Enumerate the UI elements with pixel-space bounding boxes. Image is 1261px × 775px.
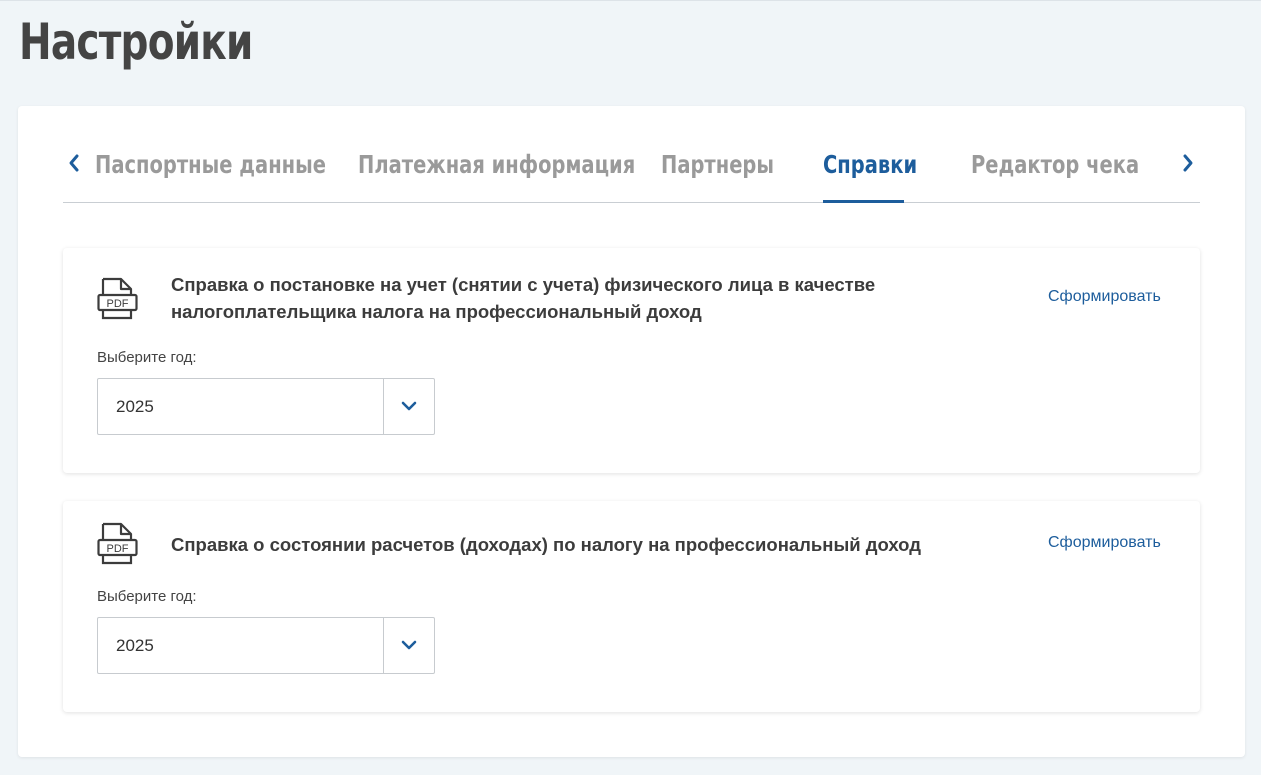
year-select[interactable]: 2025 (97, 617, 435, 674)
tab-receipt-editor[interactable]: Редактор чека (971, 150, 1139, 202)
year-select-value: 2025 (116, 636, 154, 655)
pdf-file-icon: PDF (97, 277, 139, 321)
tab-scroll-left-button[interactable] (67, 152, 87, 176)
svg-text:PDF: PDF (107, 298, 129, 310)
generate-certificate-link[interactable]: Сформировать (1048, 534, 1161, 552)
tab-scroll-right-button[interactable] (1181, 152, 1201, 176)
year-select[interactable]: 2025 (97, 378, 435, 435)
certificate-title: Справка о постановке на учет (снятии с у… (171, 274, 876, 322)
tab-certificates[interactable]: Справки (823, 150, 917, 202)
active-tab-indicator (823, 200, 904, 203)
chevron-down-icon[interactable] (400, 638, 418, 652)
select-divider (383, 379, 384, 434)
pdf-file-icon: PDF (97, 522, 139, 566)
tab-payment-info[interactable]: Платежная информация (358, 150, 635, 202)
select-divider (383, 618, 384, 673)
certificate-card: PDF Справка о состоянии расчетов (дохода… (63, 501, 1200, 712)
certificate-title: Справка о состоянии расчетов (доходах) п… (171, 534, 921, 555)
chevron-right-icon (1183, 154, 1193, 172)
generate-certificate-link[interactable]: Сформировать (1048, 288, 1161, 306)
tab-partners[interactable]: Партнеры (661, 150, 774, 202)
tab-passport-data[interactable]: Паспортные данные (95, 150, 326, 202)
svg-text:PDF: PDF (107, 543, 129, 555)
settings-panel: Паспортные данные Платежная информация П… (18, 106, 1245, 757)
chevron-left-icon (69, 154, 79, 172)
year-label: Выберите год: (97, 588, 197, 605)
year-select-value: 2025 (116, 397, 154, 416)
tab-bar: Паспортные данные Платежная информация П… (63, 134, 1200, 203)
page-title: Настройки (19, 13, 253, 71)
top-divider (0, 0, 1261, 1)
chevron-down-icon[interactable] (400, 399, 418, 413)
certificate-card: PDF Справка о постановке на учет (снятии… (63, 248, 1200, 473)
year-label: Выберите год: (97, 349, 197, 366)
